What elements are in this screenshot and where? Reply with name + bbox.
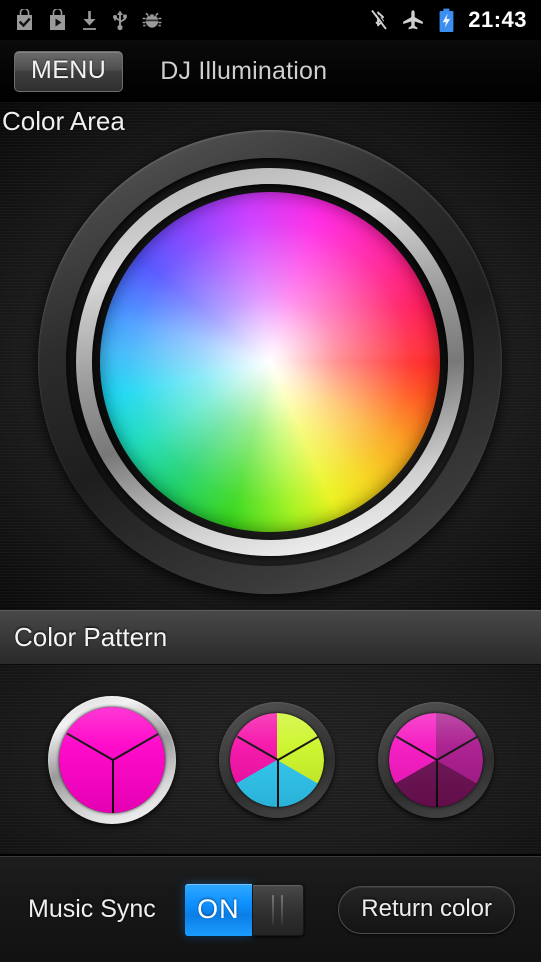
bottom-control-bar: Music Sync ON Return color [0,856,541,962]
return-color-button[interactable]: Return color [338,885,515,934]
color-pattern-list [0,665,541,854]
battery-charging-icon [439,8,454,32]
usb-icon [113,10,127,31]
status-bar-right-icons: 21:43 [370,8,541,33]
color-area-section: Color Area [0,102,541,610]
status-bar-left-icons [0,9,163,31]
title-bar: MENU DJ Illumination [0,40,541,102]
color-pattern-label: Color Pattern [14,622,168,652]
color-pattern-section [0,665,541,855]
toggle-grip-line [281,894,284,925]
color-wheel-dial[interactable] [30,122,510,602]
swatch-pie-colors [388,712,483,807]
swatch-pie-colors [58,706,165,813]
color-wheel[interactable] [100,192,440,532]
app-title: DJ Illumination [160,56,328,85]
color-pattern-swatch-3[interactable] [377,701,494,818]
download-icon [83,11,96,30]
market-bag-play-icon [50,9,65,30]
music-sync-label: Music Sync [28,895,156,923]
color-pattern-swatch-2[interactable] [218,701,335,818]
swatch-pie-colors [229,712,324,807]
menu-button[interactable]: MENU [14,50,124,92]
color-area-label: Color Area [2,106,125,136]
status-clock: 21:43 [468,7,527,32]
android-debug-bug-icon [142,12,162,28]
toggle-grip-line [272,894,275,925]
status-bar: 21:43 [0,0,541,40]
bluetooth-off-icon [371,8,389,30]
swatch-pie [58,706,165,813]
toggle-state-label: ON [197,894,240,924]
toggle-on-track: ON [184,883,252,936]
color-pattern-swatch-1[interactable] [47,695,176,824]
toggle-handle[interactable] [251,883,304,936]
music-sync-toggle[interactable]: ON [184,883,304,936]
color-pattern-header: Color Pattern [0,610,541,665]
airplane-mode-icon [403,10,424,30]
swatch-pie [229,712,324,807]
swatch-pie [388,712,483,807]
market-bag-check-icon [17,9,32,30]
